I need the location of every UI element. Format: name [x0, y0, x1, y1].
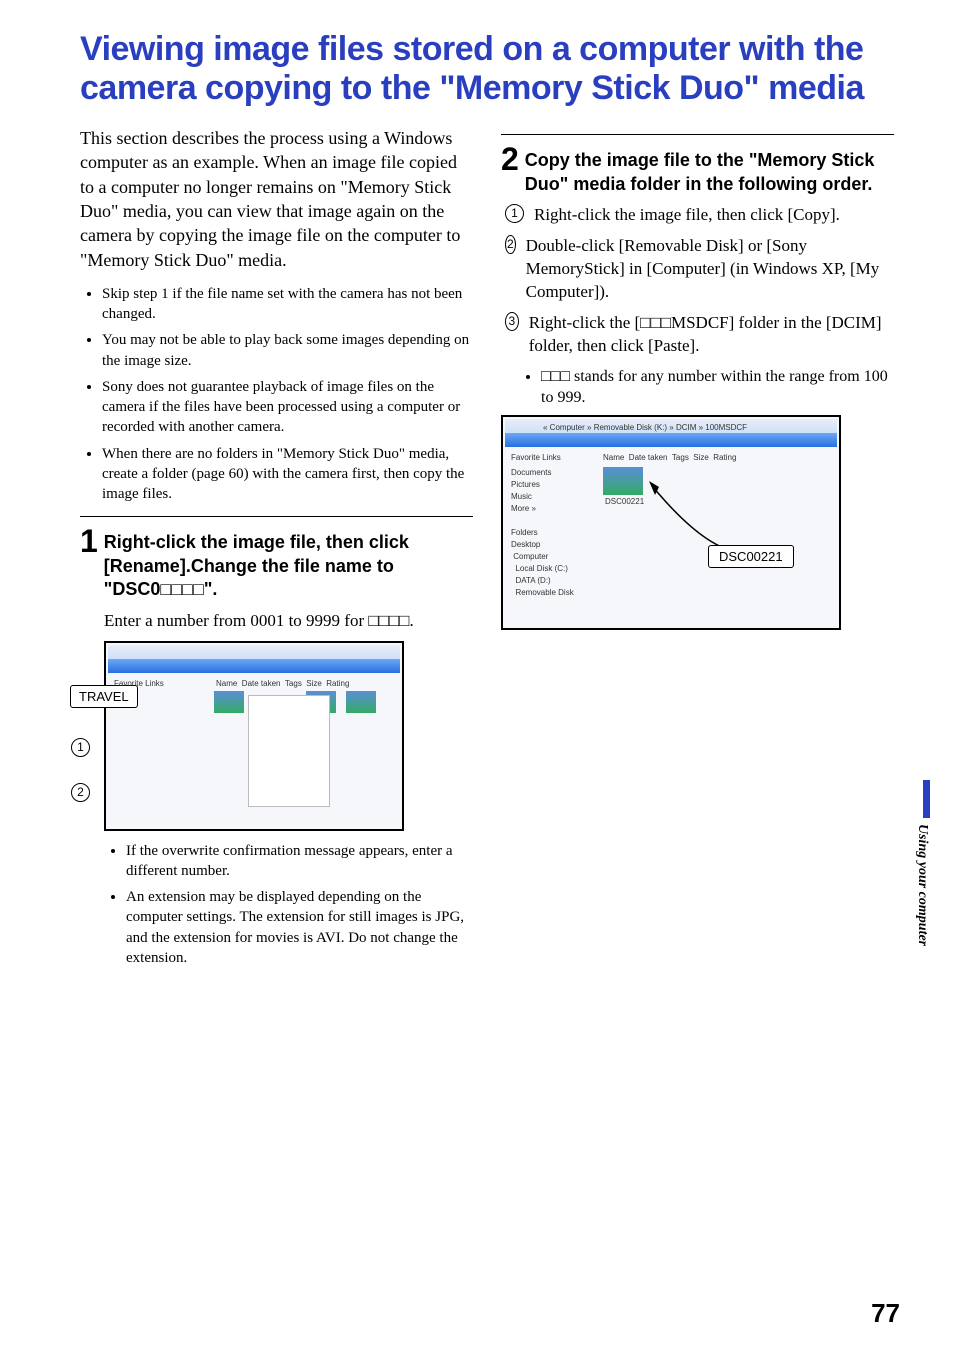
substep: 1 Right-click the image file, then click…: [505, 204, 894, 227]
substep-text: Right-click the image file, then click […: [534, 204, 840, 227]
substep: 2 Double-click [Removable Disk] or [Sony…: [505, 235, 894, 304]
substep-text: Right-click the [□□□MSDCF] folder in the…: [529, 312, 894, 358]
step-heading: Right-click the image file, then click […: [104, 531, 473, 601]
separator: [80, 516, 473, 517]
substep: 3 Right-click the [□□□MSDCF] folder in t…: [505, 312, 894, 358]
substeps-list: 1 Right-click the image file, then click…: [501, 204, 894, 358]
screenshot-rename: TRAVEL 1 2 Favorite Links Name Date take…: [104, 641, 404, 831]
section-tab: Using your computer: [910, 780, 930, 970]
screenshot-paste: « Computer » Removable Disk (K:) » DCIM …: [501, 415, 841, 630]
step-heading: Copy the image file to the "Memory Stick…: [525, 149, 894, 196]
step-number: 2: [501, 143, 519, 175]
page-title: Viewing image files stored on a computer…: [80, 30, 894, 108]
note-item: If the overwrite confirmation message ap…: [126, 841, 473, 882]
step-2: 2 Copy the image file to the "Memory Sti…: [501, 143, 894, 196]
section-tab-label: Using your computer: [914, 824, 930, 946]
circled-1-icon: 1: [505, 204, 524, 223]
sub-note-text: □□□ stands for any number within the ran…: [541, 366, 894, 409]
substep-text: Double-click [Removable Disk] or [Sony M…: [526, 235, 894, 304]
note-item: Skip step 1 if the file name set with th…: [102, 284, 473, 325]
step-1: 1 Right-click the image file, then click…: [80, 525, 473, 601]
note-item: You may not be able to play back some im…: [102, 330, 473, 371]
travel-callout: TRAVEL: [70, 685, 138, 708]
note-item: Sony does not guarantee playback of imag…: [102, 377, 473, 438]
step1-post-notes: If the overwrite confirmation message ap…: [104, 841, 473, 969]
separator: [501, 134, 894, 135]
step-number: 1: [80, 525, 98, 557]
step-body: Enter a number from 0001 to 9999 for □□□…: [104, 610, 473, 633]
sub-note: □□□ stands for any number within the ran…: [501, 366, 894, 409]
dsc-callout: DSC00221: [708, 545, 794, 568]
callout-marker-1: 1: [71, 738, 90, 757]
callout-marker-2: 2: [71, 783, 90, 802]
page-number: 77: [871, 1298, 900, 1329]
circled-2-icon: 2: [505, 235, 516, 254]
intro-paragraph: This section describes the process using…: [80, 126, 473, 272]
circled-3-icon: 3: [505, 312, 519, 331]
note-item: An extension may be displayed depending …: [126, 887, 473, 968]
note-item: When there are no folders in "Memory Sti…: [102, 444, 473, 505]
notes-list: Skip step 1 if the file name set with th…: [80, 284, 473, 505]
